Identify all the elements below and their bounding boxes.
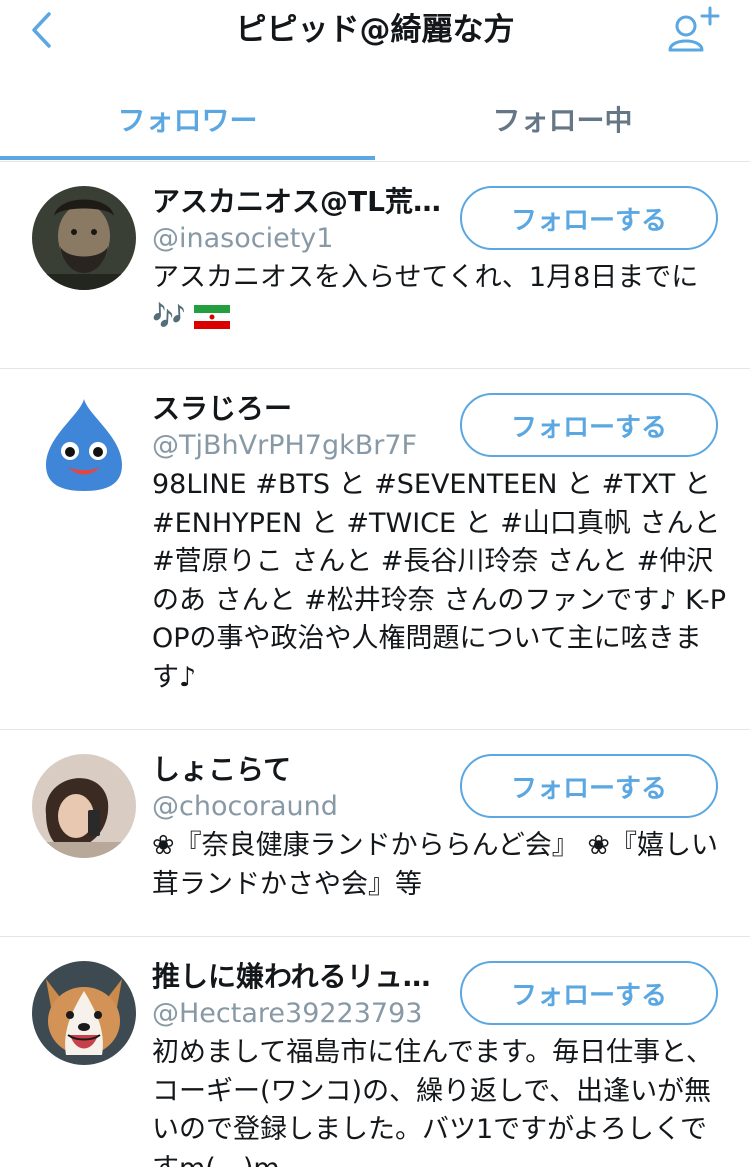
follow-button[interactable]: フォローする <box>460 961 718 1025</box>
woman-selfie-avatar <box>32 754 136 858</box>
follow-button[interactable]: フォローする <box>460 393 718 457</box>
avatar[interactable] <box>32 186 136 290</box>
user-handle: @inasociety1 <box>152 223 334 254</box>
list-item[interactable]: スラじろー @TjBhVrPH7gkBr7F 98LINE #BTS と #SE… <box>0 369 750 730</box>
user-name[interactable]: アスカニオス@TL荒… <box>152 182 448 222</box>
back-button[interactable] <box>22 10 62 50</box>
list-item[interactable]: アスカニオス@TL荒… @inasociety1 アスカニオスを入らせてくれ、1… <box>0 162 750 369</box>
top-bar: ピピッド@綺麗な方 <box>0 0 750 62</box>
list-item[interactable]: 推しに嫌われるリュ… @Hectare39223793 初めまして福島市に住んで… <box>0 937 750 1167</box>
man-portrait-avatar <box>32 186 136 290</box>
user-bio: ❀『奈良健康ランドかららんど会』 ❀『嬉しい茸ランドかさや会』等 <box>152 830 719 900</box>
add-user-icon <box>668 6 720 52</box>
list-item[interactable]: しょこらて @chocoraund ❀『奈良健康ランドかららんど会』 ❀『嬉しい… <box>0 730 750 937</box>
active-tab-indicator <box>0 156 375 160</box>
bio-text: アスカニオスを入らせてくれ、1月8日までに 🎶 <box>152 262 699 332</box>
user-bio: アスカニオスを入らせてくれ、1月8日までに 🎶 <box>152 259 727 336</box>
user-name[interactable]: スラじろー <box>152 389 448 429</box>
user-handle: @Hectare39223793 <box>152 998 423 1029</box>
tab-followers[interactable]: フォロワー <box>0 78 375 160</box>
user-handle: @TjBhVrPH7gkBr7F <box>152 430 418 461</box>
add-user-button[interactable] <box>664 4 724 56</box>
avatar[interactable] <box>32 393 136 497</box>
user-handle: @chocoraund <box>152 791 338 822</box>
tab-bar: フォロワー フォロー中 <box>0 78 750 162</box>
chevron-left-icon <box>32 12 51 48</box>
user-list: アスカニオス@TL荒… @inasociety1 アスカニオスを入らせてくれ、1… <box>0 162 750 1167</box>
follow-button[interactable]: フォローする <box>460 186 718 250</box>
user-name[interactable]: 推しに嫌われるリュ… <box>152 957 448 997</box>
follow-button[interactable]: フォローする <box>460 754 718 818</box>
user-name[interactable]: しょこらて <box>152 750 448 790</box>
avatar[interactable] <box>32 961 136 1065</box>
iran-flag-icon <box>193 305 230 330</box>
page-title: ピピッド@綺麗な方 <box>235 12 515 48</box>
user-bio: 98LINE #BTS と #SEVENTEEN と #TXT と #ENHYP… <box>152 469 730 693</box>
avatar[interactable] <box>32 754 136 858</box>
corgi-dog-avatar <box>32 961 136 1065</box>
blue-slime-avatar <box>32 393 136 497</box>
tab-following[interactable]: フォロー中 <box>375 78 750 160</box>
user-bio: 初めまして福島市に住んでます。毎日仕事と、コーギー(ワンコ)の、繰り返しで、出逢… <box>152 1037 714 1167</box>
